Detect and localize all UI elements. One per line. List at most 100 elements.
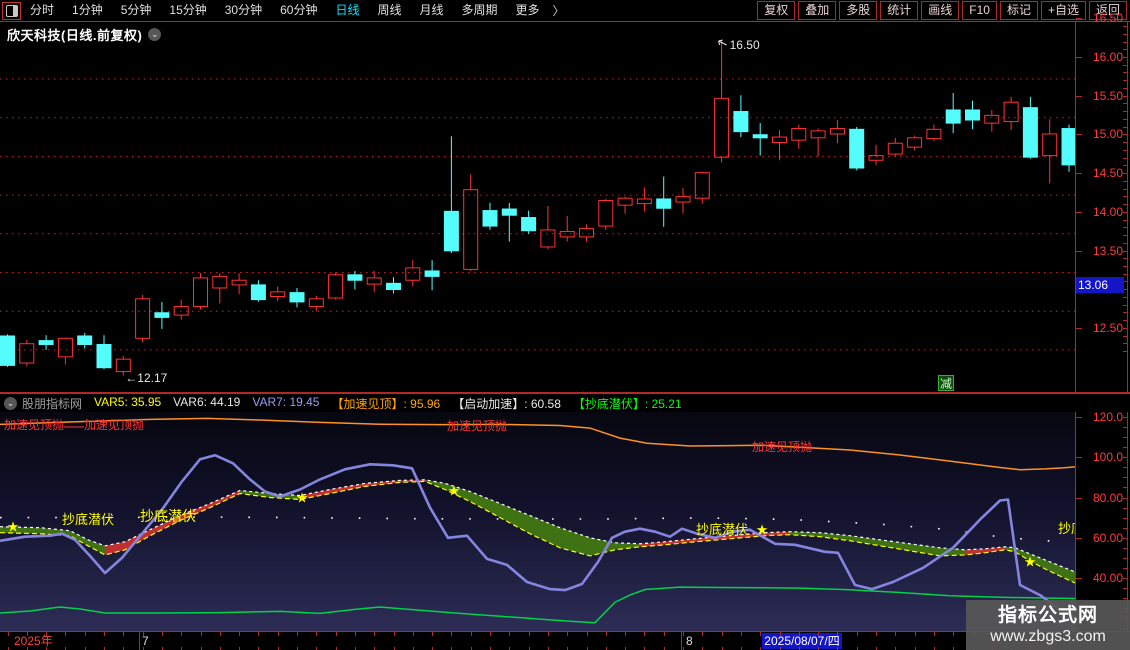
site-watermark: 指标公式网 www.zbgs3.com (966, 600, 1130, 650)
axis-tick (1076, 96, 1082, 97)
tool-button-统计[interactable]: 统计 (880, 1, 918, 20)
candle (251, 285, 265, 300)
axis-minor-tick (1123, 477, 1127, 478)
indicator-value: VAR7: 19.45 (252, 395, 319, 412)
candle (753, 135, 767, 138)
axis-label-month-8: 8 (686, 634, 693, 648)
date-tick (934, 632, 935, 636)
indicator-text-label: 抄底潜伏 (140, 508, 196, 524)
candle (1023, 108, 1037, 158)
date-tick (258, 632, 259, 636)
tool-button-叠加[interactable]: 叠加 (798, 1, 836, 20)
period-item-60分钟[interactable]: 60分钟 (271, 0, 326, 21)
app-window: 分时1分钟5分钟15分钟30分钟60分钟日线周线月线多周期更多〉 复权叠加多股统… (0, 0, 1130, 650)
collapse-indicator-icon[interactable]: ⌄ (4, 397, 17, 410)
date-tick (278, 632, 279, 636)
candle (946, 110, 960, 123)
axis-minor-tick (1123, 548, 1127, 549)
period-item-分时[interactable]: 分时 (21, 0, 63, 21)
date-tick (336, 632, 337, 636)
candle (1, 336, 15, 365)
candle (387, 283, 401, 289)
date-tick (895, 632, 896, 636)
date-tick (509, 632, 510, 636)
candle (695, 173, 709, 199)
price-axis-label: 13.50 (1093, 244, 1123, 258)
candle (908, 138, 922, 147)
date-tick (8, 632, 9, 636)
bottom-green-line (0, 587, 1075, 623)
period-item-周线[interactable]: 周线 (368, 0, 410, 21)
split-panel-icon (6, 5, 18, 17)
star-signal: ★ (296, 490, 309, 506)
tool-button-+自选[interactable]: +自选 (1041, 1, 1086, 20)
date-tick (625, 632, 626, 636)
tool-buttons: 复权叠加多股统计画线F10标记+自选返回 (757, 1, 1127, 20)
candle (637, 199, 651, 204)
tool-button-多股[interactable]: 多股 (839, 1, 877, 20)
indicator-axis-label: 100.0 (1093, 450, 1123, 464)
indicator-axis: 120.0100.080.0060.0040.00 (1075, 412, 1130, 631)
candle (1062, 129, 1075, 165)
more-arrow-icon[interactable]: 〉 (549, 2, 569, 19)
tool-button-F10[interactable]: F10 (962, 1, 997, 20)
price-axis-label: 15.50 (1093, 89, 1123, 103)
indicator-text-label: 抄底潜伏 (696, 522, 748, 537)
period-item-多周期[interactable]: 多周期 (453, 0, 507, 21)
axis-tick (1076, 212, 1082, 213)
axis-minor-tick (1123, 598, 1127, 599)
period-item-30分钟[interactable]: 30分钟 (216, 0, 271, 21)
date-tick (876, 632, 877, 636)
period-item-更多[interactable]: 更多 (507, 0, 549, 21)
axis-tick (1076, 578, 1082, 579)
axis-minor-tick (1123, 588, 1127, 589)
axis-minor-tick (1123, 578, 1127, 579)
date-tick (760, 632, 761, 636)
date-tick (143, 632, 144, 636)
date-tick (394, 632, 395, 636)
share-reduction-marker[interactable]: 减 (938, 375, 954, 391)
candles-group (1, 40, 1076, 375)
candle (599, 201, 613, 227)
date-tick (490, 632, 491, 636)
candle (715, 98, 729, 157)
date-tick (606, 632, 607, 636)
candle (309, 299, 323, 307)
axis-minor-tick (1123, 538, 1127, 539)
period-item-日线[interactable]: 日线 (326, 0, 368, 21)
watermark-title: 指标公式网 (998, 605, 1098, 627)
price-axis-label: 16.00 (1093, 50, 1123, 64)
axis-minor-tick (1123, 427, 1127, 428)
axis-label-year: 2025年 (14, 634, 53, 648)
date-tick (27, 632, 28, 636)
axis-minor-tick (1123, 437, 1127, 438)
star-signal: ★ (756, 521, 769, 537)
collapse-chart-icon[interactable]: ⌄ (148, 28, 161, 41)
candle (483, 211, 497, 226)
price-axis: 16.5016.0015.5015.0014.5014.0013.5013.00… (1075, 22, 1130, 392)
candle (367, 278, 381, 284)
period-menu: 分时1分钟5分钟15分钟30分钟60分钟日线周线月线多周期更多〉 (21, 0, 569, 21)
axis-tick (1076, 18, 1082, 19)
indicator-text-label: 加速见顶抛 (447, 418, 507, 433)
price-axis-label: 12.50 (1093, 321, 1123, 335)
indicator-text-label: 加速见顶抛 (752, 439, 812, 454)
date-tick (683, 632, 684, 636)
tool-button-复权[interactable]: 复权 (757, 1, 795, 20)
period-item-月线[interactable]: 月线 (411, 0, 453, 21)
indicator-axis-label: 40.00 (1093, 571, 1123, 585)
period-item-1分钟[interactable]: 1分钟 (63, 0, 112, 21)
indicator-value: 【加速见顶】: 95.96 (331, 395, 440, 412)
candle (1004, 102, 1018, 121)
candle (1043, 134, 1057, 156)
price-axis-label: 14.50 (1093, 166, 1123, 180)
tool-button-画线[interactable]: 画线 (921, 1, 959, 20)
star-signal: ★ (448, 483, 461, 499)
candle (773, 137, 787, 142)
tool-button-标记[interactable]: 标记 (1000, 1, 1038, 20)
period-item-5分钟[interactable]: 5分钟 (112, 0, 161, 21)
layout-toggle-button[interactable] (2, 2, 21, 20)
period-item-15分钟[interactable]: 15分钟 (160, 0, 215, 21)
axis-minor-tick (1123, 447, 1127, 448)
stock-title-row: 欣天科技(日线.前复权) ⌄ (7, 25, 161, 44)
